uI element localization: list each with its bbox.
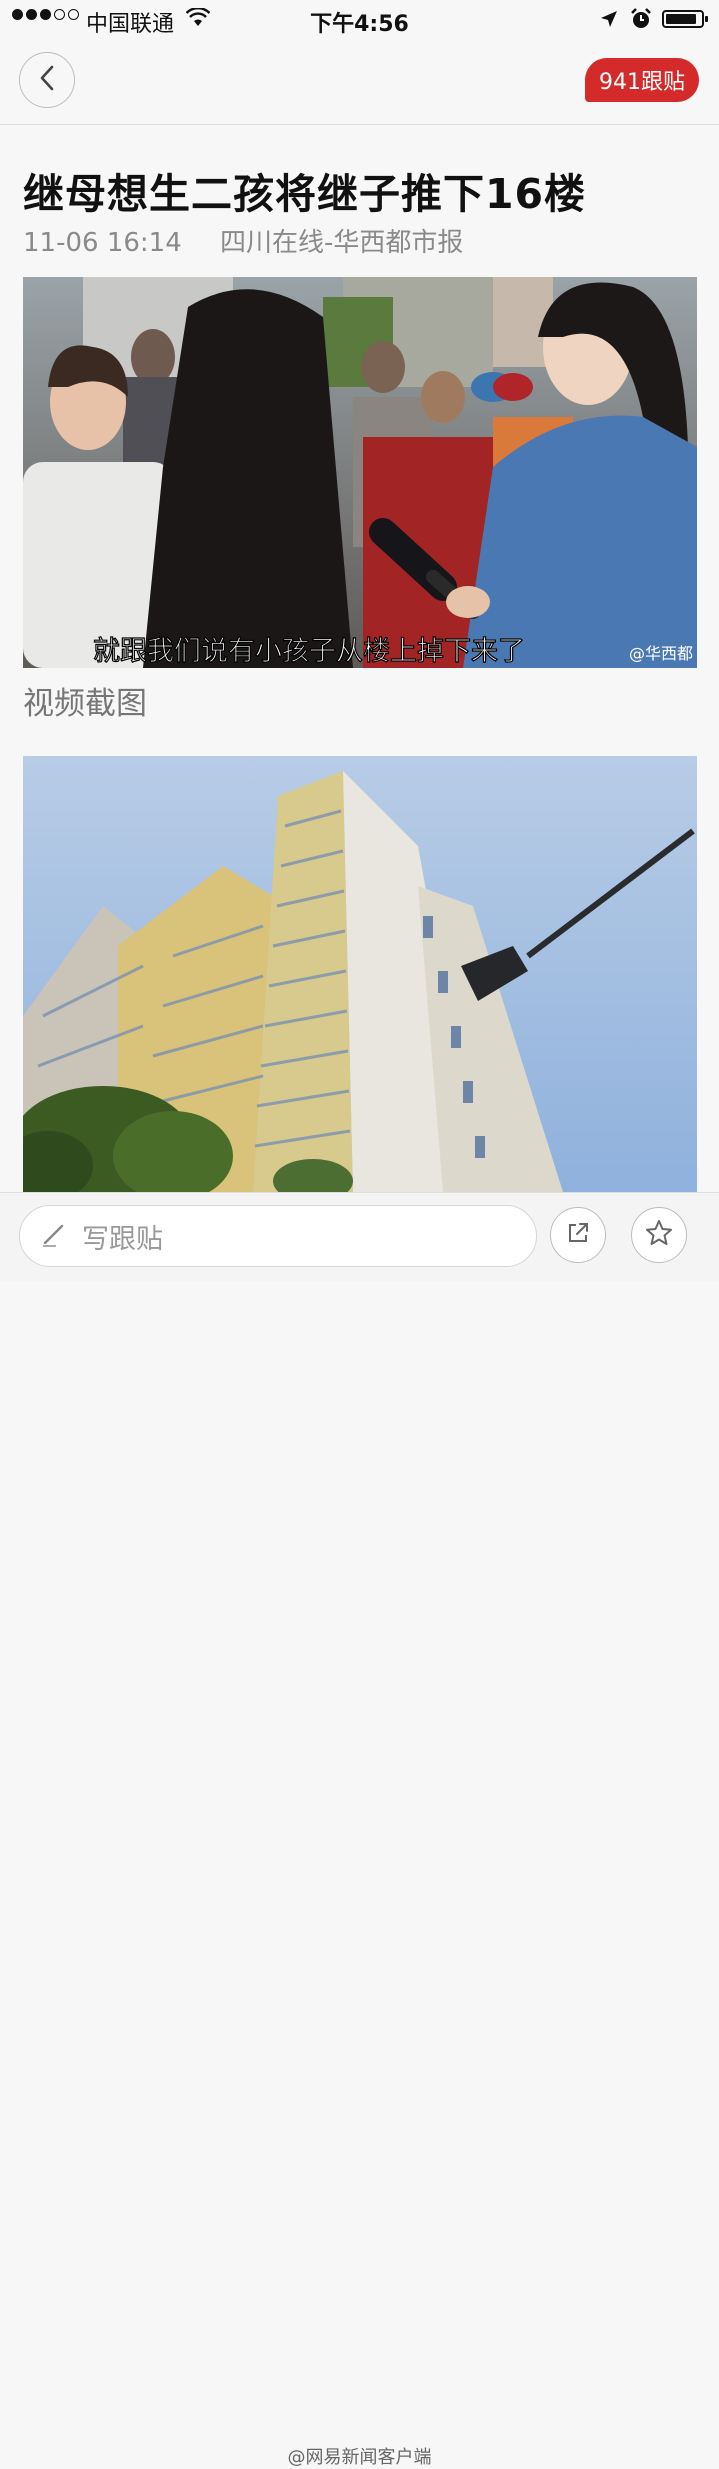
reply-placeholder: 写跟贴	[82, 1223, 163, 1255]
article-meta: 11-06 16:14 四川在线-华西都市报	[23, 222, 463, 259]
share-icon	[565, 1220, 591, 1250]
back-button[interactable]	[19, 52, 75, 108]
battery-icon	[662, 10, 708, 28]
star-icon	[644, 1218, 674, 1252]
location-arrow-icon	[600, 9, 618, 34]
nav-bar: 941跟贴	[0, 40, 719, 125]
bottom-toolbar: 写跟贴 @网易新闻客户端	[0, 1192, 719, 2468]
article-source[interactable]: 四川在线-华西都市报	[220, 228, 463, 258]
reply-input[interactable]: 写跟贴	[19, 1205, 537, 1267]
pencil-icon	[40, 1220, 68, 1252]
watermark: @网易新闻客户端	[287, 2447, 432, 2468]
alarm-clock-icon	[630, 8, 652, 36]
chevron-left-icon	[38, 65, 56, 95]
video-subtitle: 就跟我们说有小孩子从楼上掉下来了	[93, 636, 525, 667]
article-date: 11-06 16:14	[23, 228, 182, 258]
video-watermark-logo: @华西都	[629, 644, 693, 663]
image-caption: 视频截图	[23, 686, 147, 722]
favorite-button[interactable]	[631, 1207, 687, 1263]
article-title: 继母想生二孩将继子推下16楼	[23, 170, 587, 218]
status-bar: 中国联通 下午4:56	[0, 0, 719, 40]
comment-count-badge[interactable]: 941跟贴	[585, 58, 699, 102]
article-image-building[interactable]	[23, 756, 697, 1192]
share-button[interactable]	[550, 1207, 606, 1263]
article-image-video-screenshot[interactable]: 就跟我们说有小孩子从楼上掉下来了 @华西都	[23, 277, 697, 668]
